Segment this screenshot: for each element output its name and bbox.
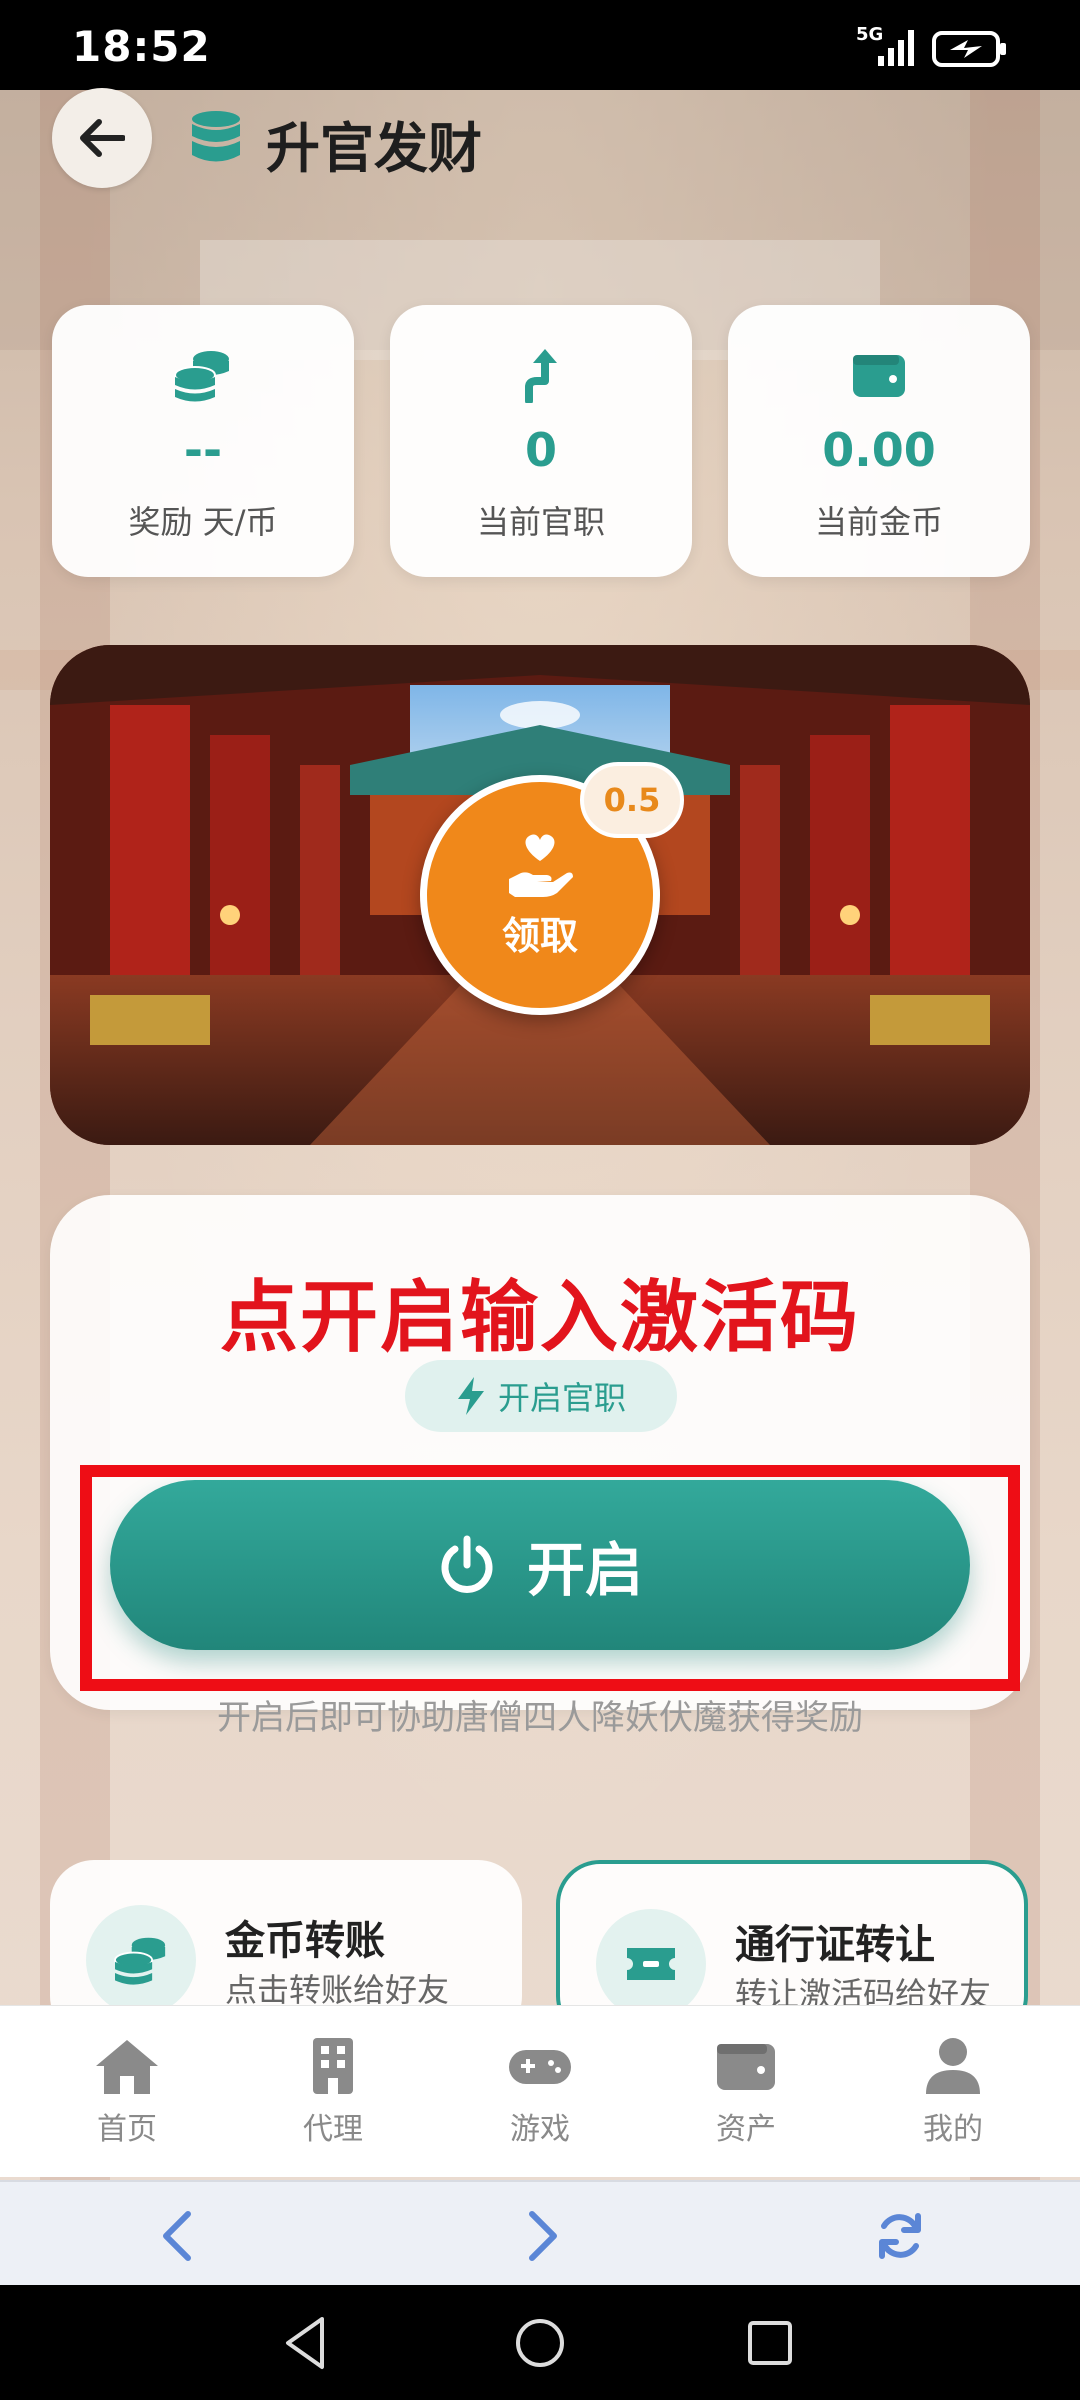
nav-item-agent[interactable]: 代理 [253,2036,413,2148]
stat-card-rank: 0 当前官职 [390,305,692,577]
stat-label: 当前金币 [814,503,943,541]
database-icon [192,111,240,162]
feature-title: 通行证转让 [735,1922,935,1968]
arrow-left-icon [80,119,125,157]
back-button[interactable] [52,88,152,188]
claim-label: 领取 [501,913,578,958]
system-recents-icon[interactable] [740,2313,800,2373]
stat-card-coins: 0.00 当前金币 [728,305,1030,577]
browser-forward-icon[interactable] [512,2208,568,2264]
battery-icon [932,31,1006,67]
feature-icon-wrap [596,1909,706,2019]
nav-label: 资产 [716,2112,776,2147]
gamepad-icon [509,2050,571,2084]
status-bar: 18:52 5G [0,0,1080,90]
nav-label: 代理 [303,2112,363,2147]
bottom-nav: 首页 代理 游戏 资产 我的 [0,2005,1080,2177]
heart-hand-icon [509,833,573,897]
nav-item-games[interactable]: 游戏 [460,2036,620,2148]
system-home-icon[interactable] [510,2313,570,2373]
help-text: 开启后即可协助唐僧四人降妖伏魔获得奖励 [217,1698,863,1738]
pill-label: 开启官职 [497,1379,626,1417]
nav-label: 首页 [97,2112,157,2147]
lightning-icon [457,1377,484,1415]
coins-icon [114,1937,166,1985]
nav-item-home[interactable]: 首页 [47,2036,207,2148]
stat-label: 当前官职 [476,503,605,541]
stat-card-reward: -- 奖励 天/币 [52,305,354,577]
browser-toolbar [0,2180,1080,2285]
stat-value: -- [183,423,223,477]
building-icon [313,2038,353,2094]
stat-label: 奖励 天/币 [128,503,278,541]
stat-value: 0.00 [822,423,936,477]
home-icon [96,2040,158,2094]
nav-item-assets[interactable]: 资产 [666,2036,826,2148]
nav-label: 游戏 [510,2112,570,2147]
coins-icon [174,351,229,402]
open-rank-pill: 开启官职 [405,1360,677,1432]
ticket-icon [627,1948,675,1980]
claim-amount-badge: 0.5 [580,762,684,838]
arrow-up-icon [525,349,557,403]
system-back-icon[interactable] [278,2313,338,2373]
status-time: 18:52 [72,22,211,71]
nav-label: 我的 [923,2112,983,2147]
page-title: 升官发财 [266,117,482,180]
highlight-box [80,1465,1020,1691]
user-icon [926,2038,980,2094]
browser-back-icon[interactable] [152,2208,208,2264]
refresh-icon[interactable] [872,2208,928,2264]
system-nav-bar [0,2285,1080,2400]
wallet-icon [853,355,905,397]
annotation-text: 点开启输入激活码 [219,1273,860,1363]
wallet-icon [717,2044,775,2090]
feature-icon-wrap [86,1905,196,2015]
nav-item-profile[interactable]: 我的 [873,2036,1033,2148]
feature-title: 金币转账 [225,1918,385,1964]
stat-value: 0 [524,423,557,477]
signal-icon [878,30,914,66]
